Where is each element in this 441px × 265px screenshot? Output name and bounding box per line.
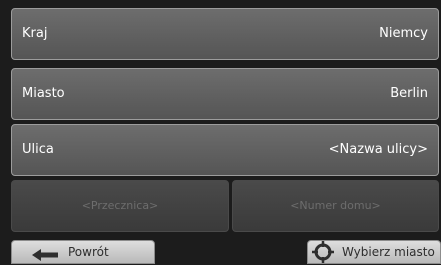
address-entry-screen: Kraj Niemcy Miasto Berlin Ulica <Nazwa u… (0, 0, 441, 265)
country-value: Niemcy (379, 26, 428, 41)
back-button[interactable]: Powrót (11, 240, 155, 264)
country-row[interactable]: Kraj Niemcy (11, 8, 439, 60)
crossroad-button: <Przecznica> (11, 180, 229, 232)
city-row[interactable]: Miasto Berlin (11, 68, 439, 120)
back-label: Powrót (68, 245, 109, 259)
street-label: Ulica (22, 142, 54, 157)
city-label: Miasto (22, 86, 65, 101)
street-row[interactable]: Ulica <Nazwa ulicy> (11, 124, 439, 176)
house-number-placeholder: <Numer domu> (290, 199, 381, 212)
arrow-left-icon (32, 246, 58, 265)
house-number-button: <Numer domu> (232, 180, 439, 232)
select-city-button[interactable]: Wybierz miasto (307, 240, 441, 264)
country-label: Kraj (22, 26, 48, 41)
city-value: Berlin (390, 86, 428, 101)
select-city-label: Wybierz miasto (342, 245, 435, 259)
street-value: <Nazwa ulicy> (328, 142, 428, 157)
crosshair-icon (311, 241, 335, 265)
crossroad-placeholder: <Przecznica> (81, 199, 159, 212)
